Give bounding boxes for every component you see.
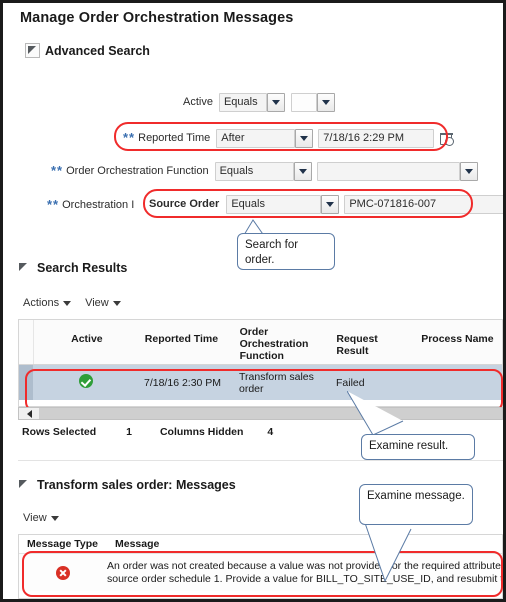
orchestration-function-value-dropdown-button[interactable] [459, 161, 478, 181]
callout-examine-message: Examine message. [359, 484, 473, 525]
messages-table: Message Type Message An order was not cr… [18, 534, 503, 599]
advanced-search-section-header[interactable]: Advanced Search [25, 43, 150, 58]
table-status-line: Rows Selected 1 Columns Hidden 4 [22, 426, 273, 438]
chevron-down-icon [321, 99, 330, 105]
chevron-down-icon [50, 515, 59, 521]
row-select-header [19, 320, 34, 364]
chevron-down-icon [300, 135, 309, 141]
error-circle-icon [56, 565, 70, 580]
chevron-down-icon [464, 168, 473, 174]
active-value-dropdown-button[interactable] [316, 92, 335, 112]
callout-search-for-order: Search for order. [237, 233, 335, 270]
messages-view-menu-label: View [23, 512, 47, 524]
orchestration-function-field-label: Order Orchestration Function [66, 165, 209, 177]
source-order-field-label: Source Order [149, 198, 220, 210]
results-toolbar: Actions View [23, 297, 121, 309]
actions-menu-label: Actions [23, 297, 60, 309]
orchestration-function-value-input[interactable] [316, 161, 460, 181]
messages-toolbar: View [23, 512, 59, 524]
cell-reported-time: 7/18/16 2:30 PM [144, 376, 222, 389]
source-order-value-input[interactable]: PMC-071816-007 [344, 194, 503, 214]
messages-header-row: Message Type Message [19, 535, 502, 553]
collapse-triangle-icon[interactable] [19, 262, 32, 275]
field-row-reported-time: ** Reported Time After 7/18/16 2:29 PM [123, 128, 455, 148]
view-menu[interactable]: View [85, 297, 121, 309]
cell-order-orchestration-function: Transform sales order [239, 370, 314, 395]
orchestration-function-operator-dropdown-button[interactable] [293, 161, 312, 181]
cell-request-result: Failed [336, 376, 365, 389]
messages-section-label: Transform sales order: Messages [37, 478, 236, 492]
reported-time-operator-dropdown-button[interactable] [295, 128, 314, 148]
message-line-1: An order was not created because a value… [107, 559, 503, 572]
actions-menu[interactable]: Actions [23, 297, 72, 309]
field-row-source-order: Source Order Equals PMC-071816-007 [149, 194, 503, 214]
page-title: Manage Order Orchestration Messages [20, 10, 294, 26]
view-menu-label: View [85, 297, 109, 309]
search-results-section-header[interactable]: Search Results [19, 261, 127, 275]
required-marker-icon: ** [123, 130, 136, 145]
messages-view-menu[interactable]: View [23, 512, 59, 524]
column-header-process-name[interactable]: Process Name [414, 320, 502, 345]
columns-hidden-value: 4 [267, 426, 274, 438]
column-header-message-type[interactable]: Message Type [19, 538, 107, 550]
reported-time-value-input[interactable]: 7/18/16 2:29 PM [318, 128, 435, 148]
required-marker-icon: ** [51, 163, 64, 178]
application-window: Manage Order Orchestration Messages Adva… [0, 0, 506, 602]
callout-examine-result-text: Examine result. [369, 440, 449, 452]
column-header-order-orchestration-function[interactable]: Order Orchestration Function [233, 320, 330, 362]
check-circle-icon [79, 374, 93, 388]
cell-message-type [19, 565, 107, 580]
active-field-label: Active [183, 96, 213, 108]
rows-selected-value: 1 [126, 426, 132, 438]
column-header-message[interactable]: Message [107, 538, 159, 550]
chevron-down-icon [326, 201, 335, 207]
scroll-left-icon[interactable] [19, 408, 39, 419]
active-operator-input[interactable]: Equals [218, 92, 267, 112]
search-results-table: Active Reported Time Order Orchestration… [18, 319, 503, 407]
message-line-2: source order schedule 1. Provide a value… [107, 572, 503, 585]
search-results-label: Search Results [37, 261, 128, 275]
chevron-down-icon [112, 300, 121, 306]
cell-message: An order was not created because a value… [107, 559, 503, 586]
orchestration-id-field-label: Orchestration I [62, 199, 135, 211]
callout-search-text: Search for order. [245, 239, 299, 266]
required-marker-icon: ** [47, 197, 60, 212]
messages-section-header[interactable]: Transform sales order: Messages [19, 478, 236, 492]
messages-table-row[interactable]: An order was not created because a value… [19, 553, 502, 591]
orchestration-function-operator-input[interactable]: Equals [214, 161, 294, 181]
field-row-active: Active Equals [183, 92, 335, 112]
column-header-active[interactable]: Active [34, 320, 138, 345]
collapse-triangle-icon[interactable] [25, 43, 40, 58]
source-order-operator-dropdown-button[interactable] [321, 194, 340, 214]
callout-examine-message-text: Examine message. [367, 490, 465, 502]
table-row[interactable]: 7/18/16 2:30 PM Transform sales order Fa… [19, 365, 502, 400]
chevron-down-icon [63, 300, 72, 306]
page-canvas: Manage Order Orchestration Messages Adva… [3, 3, 503, 599]
chevron-down-icon [271, 99, 280, 105]
chevron-down-icon [298, 168, 307, 174]
column-header-reported-time[interactable]: Reported Time [138, 320, 233, 345]
field-row-orchestration-function: ** Order Orchestration Function Equals [51, 161, 478, 181]
advanced-search-label: Advanced Search [45, 43, 150, 58]
cell-active [33, 374, 137, 391]
active-value-input[interactable] [290, 92, 317, 112]
collapse-triangle-icon[interactable] [19, 479, 32, 492]
columns-hidden-label: Columns Hidden [159, 426, 244, 438]
table-header-row: Active Reported Time Order Orchestration… [19, 320, 502, 365]
field-row-orchestration-id: ** Orchestration I [47, 195, 134, 215]
active-operator-dropdown-button[interactable] [266, 92, 285, 112]
table-horizontal-scrollbar[interactable] [18, 407, 503, 420]
calendar-clock-icon[interactable] [440, 132, 455, 146]
section-divider [18, 460, 503, 461]
rows-selected-label: Rows Selected [22, 426, 97, 438]
callout-examine-result: Examine result. [361, 434, 475, 460]
column-header-request-result[interactable]: Request Result [329, 320, 414, 357]
source-order-operator-input[interactable]: Equals [226, 194, 322, 214]
reported-time-operator-input[interactable]: After [216, 128, 296, 148]
row-selector[interactable] [19, 365, 33, 400]
reported-time-field-label: Reported Time [138, 132, 211, 144]
